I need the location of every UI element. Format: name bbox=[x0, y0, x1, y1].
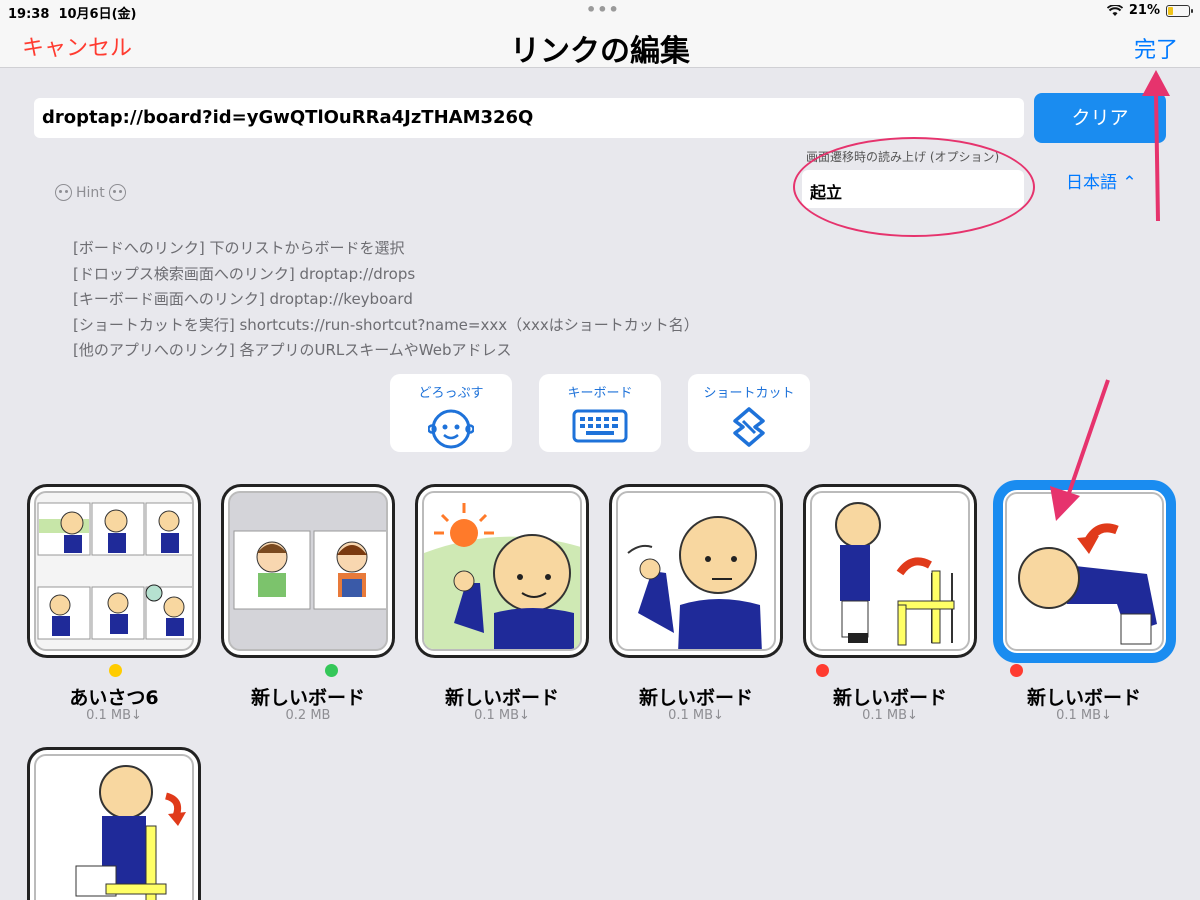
board-tile[interactable] bbox=[27, 484, 201, 658]
board-size: 0.1 MB↓ bbox=[474, 708, 530, 723]
hint-line: [ドロップス検索画面へのリンク] droptap://drops bbox=[73, 264, 416, 283]
done-button[interactable]: 完了 bbox=[1134, 32, 1178, 64]
hint-line: [他のアプリへのリンク] 各アプリのURLスキームやWebアドレス bbox=[73, 341, 512, 359]
status-right: 21% bbox=[1106, 3, 1193, 18]
annotation-arrow-down bbox=[1050, 379, 1110, 521]
face-icon bbox=[55, 184, 72, 201]
face-icon bbox=[108, 184, 126, 201]
drops-button[interactable]: どろっぷす bbox=[390, 374, 512, 452]
hint-line: [ショートカットを実行] shortcuts://run-shortcut?na… bbox=[73, 315, 699, 334]
board-name: 新しいボード bbox=[250, 687, 365, 709]
battery-percent: 21% bbox=[1128, 3, 1160, 18]
status-dot bbox=[109, 664, 122, 677]
annotation-arrow-up bbox=[1142, 70, 1170, 222]
keyboard-button[interactable]: キーボード bbox=[539, 374, 661, 452]
url-input[interactable]: droptap://board?id=yGwQTlOuRRa4JzTHAM326… bbox=[34, 98, 1024, 138]
board-thumbnail bbox=[627, 516, 762, 649]
board-thumbnail bbox=[233, 530, 386, 610]
status-bar: 19:38 10月6日(金) ••• 21% bbox=[0, 0, 1200, 24]
board-size: 0.1 MB↓ bbox=[862, 708, 918, 723]
chevron-updown-icon: ⌃ bbox=[1122, 173, 1137, 193]
board-size: 0.2 MB bbox=[285, 708, 331, 723]
status-time: 19:38 10月6日(金) bbox=[8, 7, 137, 22]
hint-title: Hint bbox=[55, 184, 126, 201]
board-name: 新しいボード bbox=[1026, 687, 1141, 709]
status-dot bbox=[816, 664, 829, 677]
board-thumbnail bbox=[835, 502, 955, 646]
status-dot bbox=[325, 664, 338, 677]
board-name: 新しいボード bbox=[444, 687, 559, 709]
page-title: リンクの編集 bbox=[510, 34, 690, 69]
shortcuts-icon bbox=[733, 407, 765, 447]
board-size: 0.1 MB↓ bbox=[668, 708, 724, 723]
board-name: あいさつ6 bbox=[69, 687, 159, 709]
board-thumbnail bbox=[424, 503, 580, 649]
highlight-circle bbox=[793, 137, 1035, 237]
board-size: 0.1 MB↓ bbox=[86, 708, 142, 723]
hint-line: [ボードへのリンク] 下のリストからボードを選択 bbox=[73, 239, 405, 257]
status-dot bbox=[1010, 664, 1023, 677]
board-thumbnail bbox=[75, 765, 186, 900]
hint-text: [ボードへのリンク] 下のリストからボードを選択 [ドロップス検索画面へのリンク… bbox=[73, 236, 699, 364]
board-name: 新しいボード bbox=[832, 687, 947, 709]
board-tile[interactable] bbox=[221, 484, 395, 658]
face-icon bbox=[427, 409, 475, 449]
board-thumbnail bbox=[37, 502, 192, 640]
keyboard-icon bbox=[572, 409, 628, 443]
multitask-dots-icon[interactable]: ••• bbox=[586, 0, 620, 19]
nav-bar: キャンセル リンクの編集 完了 bbox=[0, 24, 1200, 69]
language-select[interactable]: 日本語 ⌃ bbox=[1066, 168, 1137, 193]
board-tile[interactable] bbox=[803, 484, 977, 658]
board-tile[interactable] bbox=[609, 484, 783, 658]
board-tile[interactable] bbox=[27, 747, 201, 900]
wifi-icon bbox=[1106, 4, 1123, 16]
board-size: 0.1 MB↓ bbox=[1056, 708, 1112, 723]
shortcut-button[interactable]: ショートカット bbox=[688, 374, 810, 452]
board-name: 新しいボード bbox=[638, 687, 753, 709]
board-tile[interactable] bbox=[415, 484, 589, 658]
battery-icon bbox=[1166, 4, 1193, 17]
hint-line: [キーボード画面へのリンク] droptap://keyboard bbox=[73, 290, 413, 308]
